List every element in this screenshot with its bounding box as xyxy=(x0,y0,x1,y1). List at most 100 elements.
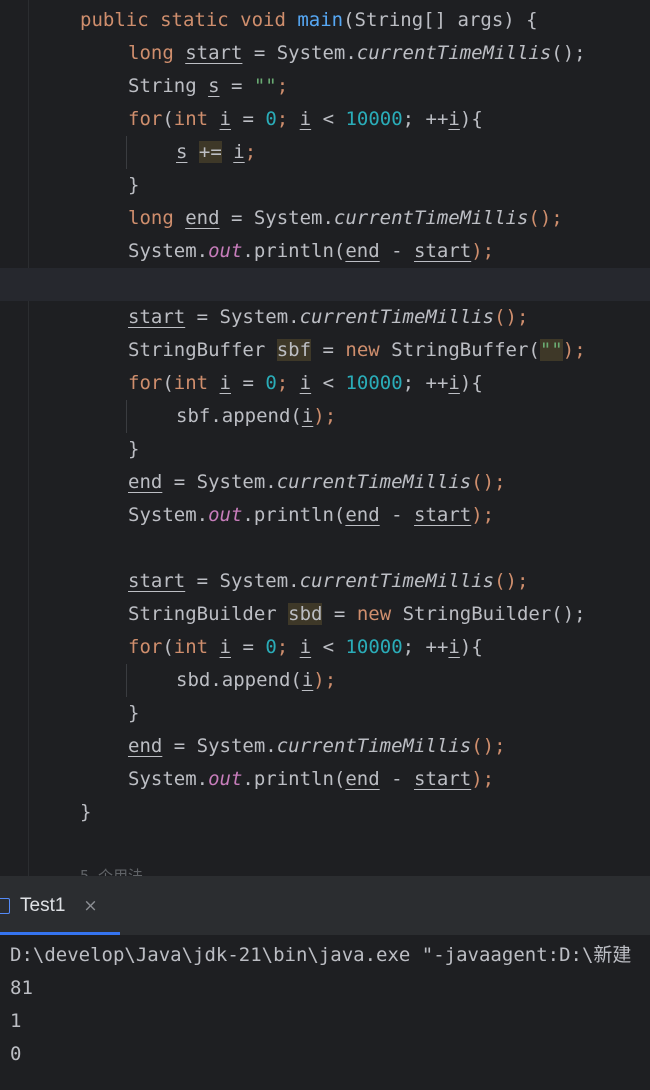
scope-guide xyxy=(126,400,127,433)
code-line[interactable]: } xyxy=(128,169,139,202)
code-token: ; ++ xyxy=(402,108,449,130)
gutter-guide xyxy=(28,0,29,876)
code-token: i xyxy=(219,636,231,658)
code-token: < xyxy=(311,108,346,130)
code-line[interactable]: StringBuilder sbd = new StringBuilder(); xyxy=(128,598,586,631)
code-token: ; xyxy=(276,636,300,658)
code-line[interactable]: System.out.println(end - start); xyxy=(128,499,494,532)
code-token: 0 xyxy=(265,636,277,658)
code-token: for xyxy=(128,636,163,658)
code-token: (); xyxy=(471,735,506,757)
code-line[interactable]: long end = System.currentTimeMillis(); xyxy=(128,202,563,235)
code-token: < xyxy=(311,372,346,394)
code-token: public static void xyxy=(80,9,298,31)
code-line[interactable]: start = System.currentTimeMillis(); xyxy=(128,565,528,598)
code-token: "" xyxy=(253,75,277,97)
code-token: i xyxy=(448,636,460,658)
code-token: s xyxy=(176,141,188,163)
code-line[interactable]: System.out.println(end - start); xyxy=(128,763,494,796)
code-token: ){ xyxy=(459,372,483,394)
tab-test1[interactable]: Test1 × xyxy=(0,877,98,935)
code-line[interactable]: String s = ""; xyxy=(128,70,288,103)
active-tab-indicator xyxy=(0,932,120,935)
code-line[interactable]: } xyxy=(128,697,139,730)
code-line[interactable]: } xyxy=(128,433,139,466)
code-token: s xyxy=(208,75,220,97)
code-token: main xyxy=(297,9,344,31)
code-line[interactable]: StringBuffer sbf = new StringBuffer(""); xyxy=(128,334,586,367)
scope-guide xyxy=(126,664,127,697)
code-token: = xyxy=(322,603,357,625)
code-line[interactable]: sbf.append(i); xyxy=(176,400,336,433)
code-token: start xyxy=(414,240,472,262)
code-token: end xyxy=(345,240,380,262)
code-token: - xyxy=(379,504,415,526)
code-token: 0 xyxy=(265,108,277,130)
code-line[interactable]: for(int i = 0; i < 10000; ++i){ xyxy=(128,367,483,400)
code-token: (); xyxy=(528,207,563,229)
code-token: .println( xyxy=(242,504,346,526)
code-editor[interactable]: public static void main(String[] args) {… xyxy=(0,0,650,876)
code-token: new xyxy=(356,603,403,625)
code-line[interactable]: end = System.currentTimeMillis(); xyxy=(128,730,506,763)
code-token: - xyxy=(379,768,415,790)
code-token: start xyxy=(128,570,186,592)
code-token: (); xyxy=(471,471,506,493)
close-icon[interactable]: × xyxy=(83,896,97,916)
code-token: long xyxy=(128,42,186,64)
code-token: ){ xyxy=(459,108,483,130)
code-line[interactable]: for(int i = 0; i < 10000; ++i){ xyxy=(128,631,483,664)
code-token: sbd xyxy=(288,603,323,625)
code-line-method-signature[interactable]: public static void main(String[] args) { xyxy=(80,4,538,37)
code-token: end xyxy=(128,735,163,757)
code-line[interactable]: long start = System.currentTimeMillis(); xyxy=(128,37,586,70)
code-line[interactable]: s += i; xyxy=(176,136,256,169)
code-token: i xyxy=(219,372,231,394)
code-token: start xyxy=(185,42,243,64)
code-line[interactable]: } xyxy=(80,796,91,829)
code-token: i xyxy=(219,108,231,130)
code-line[interactable]: end = System.currentTimeMillis(); xyxy=(128,466,506,499)
code-token: StringBuffer( xyxy=(391,339,540,361)
code-line[interactable]: System.out.println(end - start); xyxy=(128,235,494,268)
code-token: ); xyxy=(313,669,337,691)
code-token: currentTimeMillis xyxy=(299,570,495,592)
code-token: ){ xyxy=(459,636,483,658)
code-token: (); xyxy=(494,570,529,592)
code-token: currentTimeMillis xyxy=(356,42,552,64)
code-token: 10000 xyxy=(345,636,403,658)
code-token: ; xyxy=(276,108,300,130)
code-token: i xyxy=(301,669,314,691)
code-token: i xyxy=(299,372,312,394)
console-line: 0 xyxy=(10,1043,22,1065)
code-token: = xyxy=(231,108,266,130)
code-token: i xyxy=(301,405,314,427)
code-token: = System. xyxy=(242,42,357,64)
code-token: currentTimeMillis xyxy=(333,207,529,229)
code-token: (); xyxy=(494,306,529,328)
code-token: += xyxy=(198,141,222,163)
code-token: ; xyxy=(276,372,300,394)
code-line[interactable]: sbd.append(i); xyxy=(176,664,336,697)
code-token: (); xyxy=(551,42,586,64)
run-tool-window: Test1 × D:\develop\Java\jdk-21\bin\java.… xyxy=(0,876,650,1090)
code-token: start xyxy=(414,504,472,526)
console-icon xyxy=(0,898,10,914)
code-token: ); xyxy=(471,768,495,790)
usages-hint[interactable]: 5 个用法 xyxy=(80,866,143,876)
code-token: ( xyxy=(162,372,174,394)
code-token: = System. xyxy=(185,570,300,592)
code-token: out xyxy=(208,240,243,262)
code-token: .println( xyxy=(242,240,346,262)
code-token: } xyxy=(80,801,92,823)
code-token: out xyxy=(208,768,243,790)
code-line[interactable]: for(int i = 0; i < 10000; ++i){ xyxy=(128,103,483,136)
code-token: ; xyxy=(276,75,289,97)
code-token: currentTimeMillis xyxy=(276,735,472,757)
code-token: "" xyxy=(539,339,563,361)
code-token: int xyxy=(173,108,220,130)
code-line[interactable]: start = System.currentTimeMillis(); xyxy=(128,301,528,334)
code-token: - xyxy=(379,240,415,262)
code-token: for xyxy=(128,108,163,130)
